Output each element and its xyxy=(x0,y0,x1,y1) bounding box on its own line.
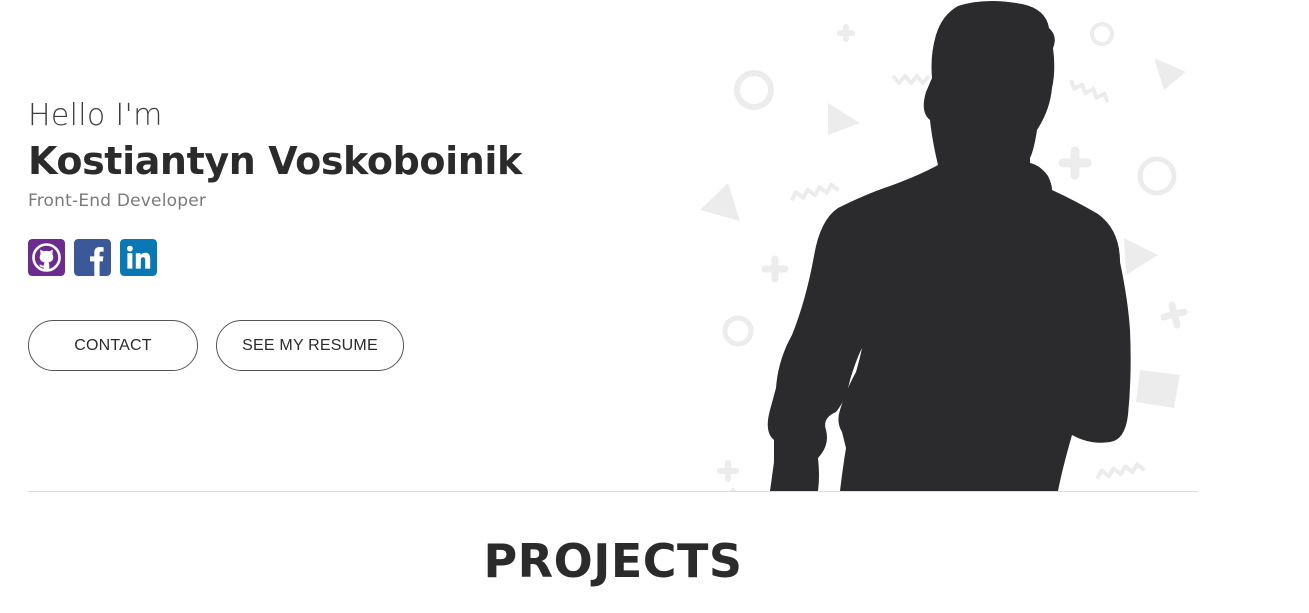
plus-shape xyxy=(717,460,739,482)
ring-shape xyxy=(1137,156,1177,196)
triangle-shape xyxy=(700,183,740,221)
contact-button[interactable]: CONTACT xyxy=(28,320,198,371)
triangle-shape xyxy=(1124,238,1158,275)
section-divider xyxy=(28,491,1198,492)
developer-role: Front-End Developer xyxy=(28,191,207,211)
zigzag-shape xyxy=(789,182,840,202)
facebook-icon xyxy=(74,239,111,276)
zigzag-shape xyxy=(891,74,931,85)
zigzag-shape xyxy=(1095,462,1146,480)
plus-shape xyxy=(1160,301,1188,329)
developer-name: Kostiantyn Voskoboinik xyxy=(28,139,522,183)
ring-shape xyxy=(734,70,774,110)
square-shape xyxy=(1136,370,1180,408)
github-link[interactable] xyxy=(28,239,65,276)
social-links xyxy=(28,239,648,276)
hero-illustration xyxy=(700,0,1188,492)
page: Hello I'm Kostiantyn Voskoboinik Front-E… xyxy=(0,0,1309,613)
intro-block: Hello I'm Kostiantyn Voskoboinik Front-E… xyxy=(28,96,648,371)
triangle-shape xyxy=(828,103,860,135)
linkedin-link[interactable] xyxy=(120,239,157,276)
plus-shape xyxy=(761,255,789,283)
facebook-link[interactable] xyxy=(74,239,111,276)
person-silhouette xyxy=(767,0,1131,491)
ring-shape xyxy=(722,315,754,347)
plus-shape xyxy=(1058,146,1092,180)
projects-heading: PROJECTS xyxy=(483,534,743,588)
linkedin-icon xyxy=(120,239,157,276)
action-buttons: CONTACT SEE MY RESUME xyxy=(28,320,648,371)
hero-section: Hello I'm Kostiantyn Voskoboinik Front-E… xyxy=(0,0,1309,492)
github-icon xyxy=(28,239,65,276)
triangle-shape xyxy=(1154,58,1186,90)
ring-shape xyxy=(1090,22,1114,46)
zigzag-shape xyxy=(1069,79,1110,103)
see-resume-button[interactable]: SEE MY RESUME xyxy=(216,320,404,371)
greeting-text: Hello I'm xyxy=(28,98,163,133)
plus-shape xyxy=(837,24,855,42)
